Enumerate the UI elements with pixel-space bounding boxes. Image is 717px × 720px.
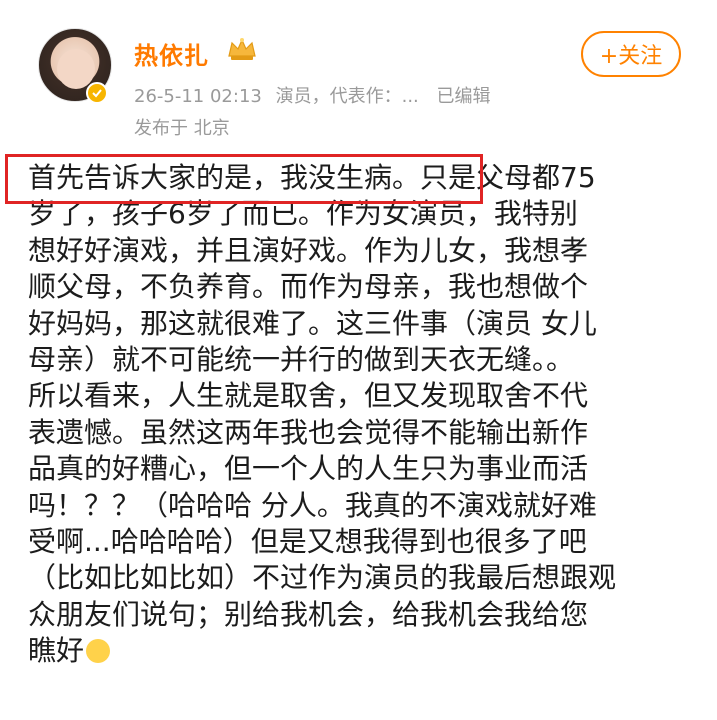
post-line-text: 瞧好	[28, 634, 85, 668]
smile-emoji-icon	[86, 639, 111, 664]
post-line: 好妈妈，那这就很难了。这三件事（演员 女儿	[28, 306, 597, 340]
verified-badge-icon	[86, 82, 108, 104]
follow-button[interactable]: +关注	[581, 31, 681, 77]
post-line: 众朋友们说句；别给我机会，给我机会我给您	[28, 597, 589, 631]
post-line: 首先告诉大家的是，我没生病。只是父母都75	[28, 161, 596, 194]
timestamp: 26-5-11 02:13	[134, 86, 262, 107]
post-line: （比如比如比如）不过作为演员的我最后想跟观	[28, 561, 617, 595]
weibo-post: 热依扎 26-5-11 02:13 演员，代表作：... 已编辑 发布于 北京 …	[0, 0, 717, 720]
post-line: 表遗憾。虽然这两年我也会觉得不能输出新作	[28, 415, 589, 449]
crown-icon	[228, 38, 256, 60]
post-body: 首先告诉大家的是，我没生病。只是父母都75 岁了，孩子6岁了而已。作为女演员，我…	[28, 160, 708, 669]
edited-label[interactable]: 已编辑	[437, 86, 491, 107]
post-line: 所以看来，人生就是取舍，但又发现取舍不代	[28, 379, 589, 413]
post-meta: 26-5-11 02:13 演员，代表作：... 已编辑	[134, 82, 491, 108]
post-line-last: 瞧好	[28, 633, 708, 669]
post-line: 岁了，孩子6岁了而已。作为女演员，我特别	[28, 197, 578, 231]
post-line: 品真的好糟心，但一个人的人生只为事业而活	[28, 452, 589, 486]
post-line: 吗！？？（哈哈哈 分人。我真的不演戏就好难	[28, 488, 597, 522]
post-line: 想好好演戏，并且演好戏。作为儿女，我想孝	[28, 233, 589, 267]
location: 发布于 北京	[134, 118, 230, 139]
avatar-face	[57, 49, 95, 89]
role-info[interactable]: 演员，代表作：...	[276, 86, 419, 107]
post-line: 受啊...哈哈哈哈）但是又想我得到也很多了吧	[28, 524, 587, 558]
post-line: 顺父母，不负养育。而作为母亲，我也想做个	[28, 270, 589, 304]
username[interactable]: 热依扎	[134, 36, 209, 71]
post-line: 母亲）就不可能统一并行的做到天衣无缝。。	[28, 342, 575, 376]
